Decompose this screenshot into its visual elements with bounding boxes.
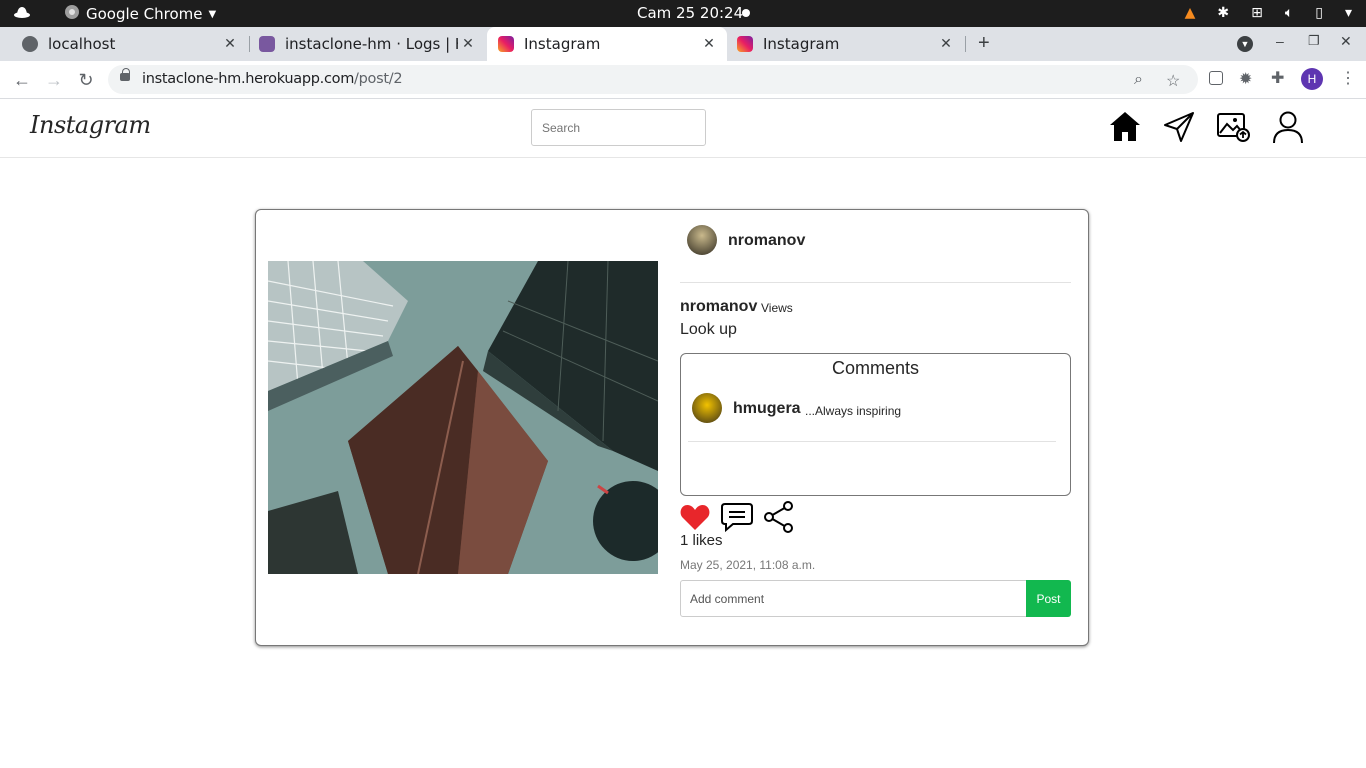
tab-instagram[interactable]: Instagram ✕ <box>728 27 964 61</box>
chrome-menu-icon[interactable]: ⋮ <box>1340 68 1356 88</box>
close-tab-icon[interactable]: ✕ <box>699 36 719 52</box>
post-comment-button[interactable]: Post <box>1026 580 1071 617</box>
new-tab-button[interactable]: + <box>978 32 990 55</box>
caption-username[interactable]: nromanov <box>680 298 757 316</box>
power-menu-icon[interactable]: ▾ <box>1345 5 1352 21</box>
heroku-icon <box>259 36 275 52</box>
profile-icon[interactable] <box>1270 109 1306 145</box>
tab-title: instaclone-hm · Logs | Her <box>285 35 458 53</box>
forward-icon[interactable]: → <box>40 67 68 93</box>
like-heart-icon[interactable] <box>679 501 711 533</box>
comments-panel: Comments hmugera ...Always inspiring <box>680 353 1071 496</box>
clock[interactable]: Cam 25 20:24 <box>637 4 743 22</box>
url-path: /post/2 <box>354 71 403 87</box>
tab-strip: localhost ✕ instaclone-hm · Logs | Her ✕… <box>0 27 1366 61</box>
system-top-bar: Google Chrome ▼ Cam 25 20:24 ▲ ✱ ⊞ 🔈︎ ▯ … <box>0 0 1366 27</box>
likes-count: 1 likes <box>680 532 723 549</box>
restore-icon[interactable]: ❐ <box>1308 33 1320 49</box>
chrome-icon <box>64 4 80 24</box>
add-comment-input[interactable] <box>680 580 1027 617</box>
close-tab-icon[interactable]: ✕ <box>458 36 478 52</box>
address-bar[interactable]: instaclone-hm.herokuapp.com/post/2 ⌕ ☆ <box>108 65 1198 94</box>
comment-divider <box>688 441 1056 442</box>
tab-instagram-active[interactable]: Instagram ✕ <box>487 27 727 61</box>
tab-separator <box>965 36 966 52</box>
back-icon[interactable]: ← <box>8 67 36 93</box>
tab-localhost[interactable]: localhost ✕ <box>8 27 248 61</box>
system-tray[interactable]: ▲ ✱ ⊞ 🔈︎ ▯ ▾ <box>1185 5 1352 21</box>
slack-icon[interactable]: ✱ <box>1217 5 1229 21</box>
tab-title: Instagram <box>763 35 840 53</box>
network-icon[interactable]: ⊞ <box>1251 5 1263 21</box>
globe-icon <box>22 36 38 52</box>
caption-text: Look up <box>680 321 737 338</box>
tab-title: Instagram <box>524 35 601 53</box>
tab-title: localhost <box>48 35 116 53</box>
close-window-icon[interactable]: ✕ <box>1340 33 1352 50</box>
send-icon[interactable] <box>1161 109 1197 145</box>
activities-hat-icon[interactable] <box>13 4 31 24</box>
comment-bubble-icon[interactable] <box>721 501 753 533</box>
chevron-down-icon: ▼ <box>208 8 217 20</box>
caption-views: Views <box>761 301 793 315</box>
zoom-icon[interactable]: ⌕ <box>1134 71 1143 89</box>
post-card: nromanov nromanov Views Look up Comments… <box>255 209 1089 646</box>
bookmark-star-icon[interactable]: ☆ <box>1166 71 1180 91</box>
browser-toolbar: ← → ↻ instaclone-hm.herokuapp.com/post/2… <box>0 61 1366 99</box>
app-name: Google Chrome <box>86 5 203 23</box>
comment-username[interactable]: hmugera <box>733 400 801 418</box>
upload-image-icon[interactable] <box>1215 109 1251 145</box>
instagram-navbar: Instagram <box>0 99 1366 158</box>
close-tab-icon[interactable]: ✕ <box>220 36 240 52</box>
notification-dot <box>742 9 750 17</box>
author-avatar[interactable] <box>687 225 717 255</box>
profile-avatar[interactable]: H <box>1301 68 1323 90</box>
header-divider <box>680 282 1071 283</box>
tab-search-icon[interactable]: ▼ <box>1237 36 1253 52</box>
volume-icon[interactable]: 🔈︎ <box>1285 5 1293 21</box>
instagram-icon <box>737 36 753 52</box>
minimize-icon[interactable]: ‒ <box>1276 33 1284 49</box>
battery-icon[interactable]: ▯ <box>1315 5 1323 21</box>
post-image[interactable] <box>268 261 658 574</box>
url-domain: instaclone-hm.herokuapp.com <box>142 71 355 87</box>
home-icon[interactable] <box>1107 109 1143 145</box>
extension-square-icon[interactable] <box>1209 71 1223 85</box>
tab-heroku-logs[interactable]: instaclone-hm · Logs | Her ✕ <box>250 27 486 61</box>
instagram-logo[interactable]: Instagram <box>30 111 151 139</box>
bug-extension-icon[interactable]: ✹ <box>1239 69 1252 89</box>
post-author[interactable]: nromanov <box>728 232 805 250</box>
comment-text: ...Always inspiring <box>805 404 902 418</box>
share-icon[interactable] <box>763 501 795 533</box>
post-timestamp: May 25, 2021, 11:08 a.m. <box>680 558 816 572</box>
comments-title: Comments <box>831 358 920 378</box>
reload-icon[interactable]: ↻ <box>72 67 100 93</box>
url-text[interactable]: instaclone-hm.herokuapp.com/post/2 <box>142 71 403 87</box>
lock-icon[interactable] <box>120 68 130 81</box>
close-tab-icon[interactable]: ✕ <box>936 36 956 52</box>
extensions-puzzle-icon[interactable]: ✚ <box>1271 68 1284 88</box>
commenter-avatar[interactable] <box>692 393 722 423</box>
search-input[interactable] <box>531 109 706 146</box>
instagram-icon <box>498 36 514 52</box>
app-menu[interactable]: Google Chrome ▼ <box>64 4 216 24</box>
vlc-icon[interactable]: ▲ <box>1185 5 1196 21</box>
